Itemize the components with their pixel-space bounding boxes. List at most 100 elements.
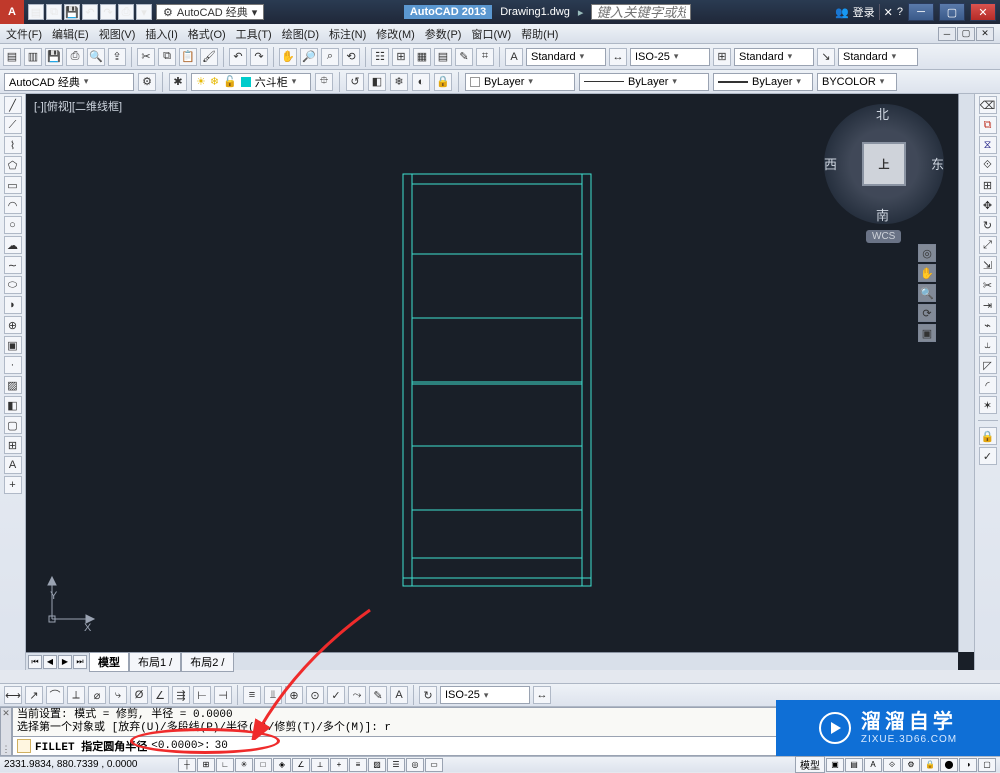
linetype-combo[interactable]: ByLayer▾	[579, 73, 709, 91]
lock-ui-icon[interactable]: 🔒	[979, 427, 997, 445]
viewcube-east[interactable]: 东	[931, 154, 944, 173]
line-icon[interactable]: ╱	[4, 96, 22, 114]
redo-icon[interactable]: ↷	[250, 48, 268, 66]
break-icon[interactable]: ⌁	[979, 316, 997, 334]
coordinates[interactable]: 2331.9834, 880.7339 , 0.0000	[4, 759, 174, 770]
sb-lockui-icon[interactable]: 🔒	[921, 758, 939, 772]
mdi-minimize-button[interactable]: ─	[938, 27, 956, 41]
clean-icon[interactable]: ✓	[979, 447, 997, 465]
qat-open-icon[interactable]: ⧉	[46, 4, 62, 20]
arc-icon[interactable]: ◠	[4, 196, 22, 214]
region-icon[interactable]: ▢	[4, 416, 22, 434]
markup-icon[interactable]: ✎	[455, 48, 473, 66]
sb-hw-icon[interactable]: ⬤	[940, 758, 958, 772]
login-button[interactable]: 登录	[853, 4, 880, 20]
minimize-button[interactable]: ─	[908, 3, 934, 21]
chamfer-icon[interactable]: ◸	[979, 356, 997, 374]
sb-tpy-icon[interactable]: ▨	[368, 758, 386, 772]
nav-showmotion-icon[interactable]: ▣	[918, 324, 936, 342]
diminspect-icon[interactable]: ✓	[327, 686, 345, 704]
cmd-input-value[interactable]: 30	[215, 740, 228, 752]
layerprev-icon[interactable]: ↺	[346, 73, 364, 91]
menu-format[interactable]: 格式(O)	[188, 26, 226, 42]
erase-icon[interactable]: ⌫	[979, 96, 997, 114]
dimord-icon[interactable]: ⟂	[67, 686, 85, 704]
layerprops-icon[interactable]: ✱	[169, 73, 187, 91]
exchange-icon[interactable]: ✕	[884, 6, 893, 19]
sb-annovis-icon[interactable]: ⟐	[883, 758, 901, 772]
sb-ducs-icon[interactable]: ⟂	[311, 758, 329, 772]
dimtedit-icon[interactable]: A	[390, 686, 408, 704]
zoom-icon[interactable]: 🔎	[300, 48, 318, 66]
new-icon[interactable]: ▤	[3, 48, 21, 66]
qat-print-icon[interactable]: ⎙	[118, 4, 134, 20]
tab-model[interactable]: 模型	[89, 652, 129, 672]
tolerance-icon[interactable]: ⊕	[285, 686, 303, 704]
paste-icon[interactable]: 📋	[179, 48, 197, 66]
mleaderstyle-icon[interactable]: ↘	[817, 48, 835, 66]
matchprop-icon[interactable]: 🖌	[200, 48, 218, 66]
layer-combo[interactable]: ☀❄🔓 六斗柜▾	[191, 73, 311, 91]
help-search-input[interactable]	[591, 4, 691, 20]
mtext-icon[interactable]: A	[4, 456, 22, 474]
point-icon[interactable]: ·	[4, 356, 22, 374]
sb-dyn-icon[interactable]: +	[330, 758, 348, 772]
tablestyle-icon[interactable]: ⊞	[713, 48, 731, 66]
table-icon[interactable]: ⊞	[4, 436, 22, 454]
qat-new-icon[interactable]: ▤	[28, 4, 44, 20]
sb-layouts-icon[interactable]: ▤	[845, 758, 863, 772]
xline-icon[interactable]: ⟋	[4, 116, 22, 134]
offset-icon[interactable]: ⟐	[979, 156, 997, 174]
nav-zoom-icon[interactable]: 🔍	[918, 284, 936, 302]
lineweight-combo[interactable]: ByLayer▾	[713, 73, 813, 91]
zoomprev-icon[interactable]: ⟲	[342, 48, 360, 66]
open-icon[interactable]: ▥	[24, 48, 42, 66]
undo-icon[interactable]: ↶	[229, 48, 247, 66]
sb-isolate-icon[interactable]: ◑	[959, 758, 977, 772]
color-combo[interactable]: ByLayer▾	[465, 73, 575, 91]
dimstylemgr-icon[interactable]: ↔	[533, 686, 551, 704]
tab-layout1[interactable]: 布局1 /	[129, 652, 181, 672]
sb-sc-icon[interactable]: ◎	[406, 758, 424, 772]
sb-clean-icon[interactable]: ▢	[978, 758, 996, 772]
sb-quickview-icon[interactable]: ▣	[826, 758, 844, 772]
ellipse-icon[interactable]: ⬭	[4, 276, 22, 294]
menu-tools[interactable]: 工具(T)	[236, 26, 272, 42]
viewcube[interactable]: 北 南 西 东 上 WCS	[824, 104, 944, 224]
toolpalettes-icon[interactable]: ▦	[413, 48, 431, 66]
viewcube-west[interactable]: 西	[824, 154, 837, 173]
ws-settings-icon[interactable]: ⚙	[138, 73, 156, 91]
cmd-close-handle[interactable]: ✕⋮	[0, 707, 12, 756]
textstyle-icon[interactable]: A	[505, 48, 523, 66]
sb-am-icon[interactable]: ▭	[425, 758, 443, 772]
menu-insert[interactable]: 插入(I)	[145, 26, 177, 42]
sheetset-icon[interactable]: ▤	[434, 48, 452, 66]
nav-pan-icon[interactable]: ✋	[918, 264, 936, 282]
menu-draw[interactable]: 绘图(D)	[282, 26, 319, 42]
sb-snap-icon[interactable]: ┼	[178, 758, 196, 772]
dimbase-icon[interactable]: ⊢	[193, 686, 211, 704]
layeroff-icon[interactable]: ◐	[412, 73, 430, 91]
addselected-icon[interactable]: +	[4, 476, 22, 494]
sb-3dosnap-icon[interactable]: ◈	[273, 758, 291, 772]
qat-more-icon[interactable]: ▾	[136, 4, 152, 20]
infocenter-icon[interactable]: 👥	[835, 6, 849, 19]
sb-polar-icon[interactable]: ✳	[235, 758, 253, 772]
menu-window[interactable]: 窗口(W)	[471, 26, 511, 42]
extend-icon[interactable]: ⇥	[979, 296, 997, 314]
dimradius-icon[interactable]: ⌀	[88, 686, 106, 704]
menu-dimension[interactable]: 标注(N)	[329, 26, 366, 42]
viewcube-top[interactable]: 上	[862, 142, 906, 186]
properties-icon[interactable]: ☷	[371, 48, 389, 66]
dimlinear-icon[interactable]: ⟷	[4, 686, 22, 704]
nav-wheel-icon[interactable]: ◎	[918, 244, 936, 262]
dimstyle-combo[interactable]: ISO-25▾	[630, 48, 710, 66]
dimquick-icon[interactable]: ⇶	[172, 686, 190, 704]
gradient-icon[interactable]: ◧	[4, 396, 22, 414]
trim-icon[interactable]: ✂	[979, 276, 997, 294]
stretch-icon[interactable]: ⇲	[979, 256, 997, 274]
save-icon[interactable]: 💾	[45, 48, 63, 66]
hatch-icon[interactable]: ▨	[4, 376, 22, 394]
layeriso-icon[interactable]: ◧	[368, 73, 386, 91]
vertical-scrollbar[interactable]	[958, 94, 974, 652]
